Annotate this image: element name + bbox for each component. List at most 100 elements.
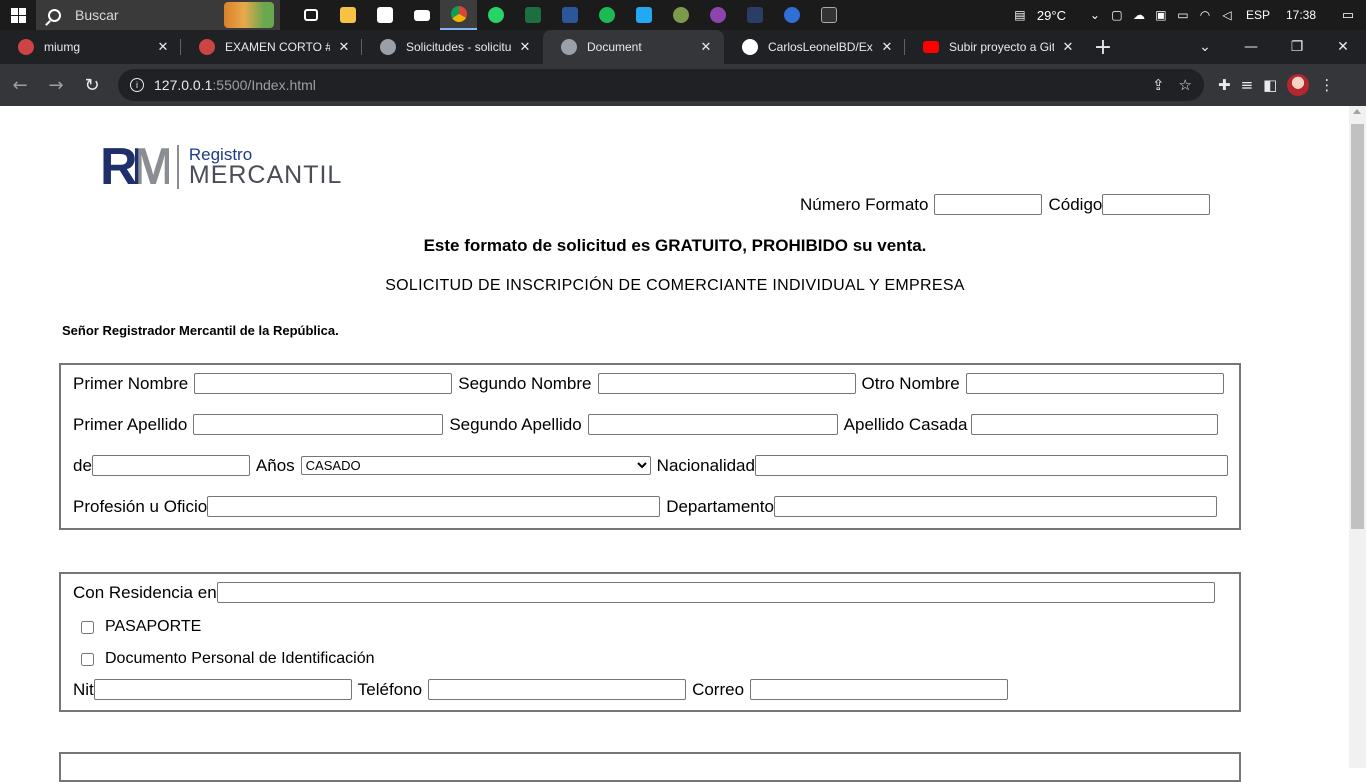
volume-icon[interactable]: ◁ <box>1216 0 1238 30</box>
battery-icon[interactable]: ▭ <box>1172 0 1194 30</box>
tab-title: CarlosLeonelBD/Exam <box>768 40 873 54</box>
segundo-apellido-input[interactable] <box>587 414 838 435</box>
word-icon[interactable] <box>551 0 588 30</box>
segundo-nombre-label: Segundo Nombre <box>458 373 592 393</box>
back-icon[interactable]: ← <box>4 69 36 101</box>
system-tray: ▤ 29°C ⌄ ▢ ☁ ▣ ▭ ◠ ◁ ESP 17:38 ▭ <box>1009 0 1366 30</box>
otro-nombre-label: Otro Nombre <box>861 373 960 393</box>
form-heading: SOLICITUD DE INSCRIPCIÓN DE COMERCIANTE … <box>385 277 965 294</box>
app-icon[interactable] <box>662 0 699 30</box>
url-text[interactable]: 127.0.0.1:5500/Index.html <box>154 77 316 93</box>
correo-input[interactable] <box>750 679 1009 700</box>
codigo-input[interactable] <box>1102 194 1211 215</box>
close-tab-icon[interactable]: ✕ <box>879 39 895 55</box>
github-desktop-icon[interactable] <box>699 0 736 30</box>
numero-formato-input[interactable] <box>934 194 1043 215</box>
dpi-checkbox[interactable] <box>81 652 94 666</box>
chevron-up-icon[interactable]: ⌄ <box>1084 0 1106 30</box>
primer-nombre-input[interactable] <box>194 373 453 394</box>
tab-youtube[interactable]: Subir proyecto a GitHub ✕ <box>905 30 1086 64</box>
site-info-icon[interactable]: i <box>130 78 144 92</box>
search-highlight-icon <box>224 2 274 28</box>
powershell-icon[interactable] <box>736 0 773 30</box>
segundo-nombre-input[interactable] <box>597 373 856 394</box>
restore-icon[interactable]: ❐ <box>1274 39 1320 55</box>
notifications-icon[interactable]: ▭ <box>1330 7 1366 23</box>
app2-icon[interactable] <box>773 0 810 30</box>
windows-start-icon[interactable] <box>0 0 36 30</box>
close-tab-icon[interactable]: ✕ <box>336 39 352 55</box>
terminal-icon[interactable] <box>810 0 847 30</box>
minimize-icon[interactable]: — <box>1228 39 1274 55</box>
primer-apellido-input[interactable] <box>193 414 444 435</box>
tab-title: miumg <box>44 40 81 54</box>
format-code-row: Número Formato Código <box>800 194 1211 215</box>
language-indicator[interactable]: ESP <box>1246 8 1270 22</box>
nit-label: Nit <box>73 679 94 699</box>
tab-github[interactable]: CarlosLeonelBD/Exam ✕ <box>724 30 905 64</box>
menu-icon[interactable]: ⋮ <box>1319 76 1334 94</box>
vscode-icon[interactable] <box>625 0 662 30</box>
close-tab-icon[interactable]: ✕ <box>517 39 533 55</box>
tab-examen[interactable]: EXAMEN CORTO #1 ✕ <box>181 30 362 64</box>
whatsapp-icon[interactable] <box>477 0 514 30</box>
taskbar-search[interactable]: Buscar <box>36 0 280 30</box>
clock[interactable]: 17:38 <box>1286 8 1316 22</box>
tab-miumg[interactable]: miumg ✕ <box>0 30 181 64</box>
new-tab-icon[interactable]: + <box>1086 30 1120 64</box>
extensions-icon[interactable]: ✚ <box>1218 76 1231 94</box>
tab-search-icon[interactable]: ⌄ <box>1182 39 1228 55</box>
telefono-input[interactable] <box>428 679 687 700</box>
scroll-up-icon[interactable] <box>1353 109 1361 114</box>
mail-icon[interactable] <box>403 0 440 30</box>
otro-nombre-input[interactable] <box>965 373 1224 394</box>
reload-icon[interactable]: ↻ <box>76 69 108 101</box>
logo-divider <box>176 145 179 189</box>
wifi-icon[interactable]: ◠ <box>1194 0 1216 30</box>
excel-icon[interactable] <box>514 0 551 30</box>
file-explorer-icon[interactable] <box>329 0 366 30</box>
forward-icon[interactable]: → <box>40 69 72 101</box>
store-icon[interactable] <box>366 0 403 30</box>
tab-document[interactable]: Document ✕ <box>543 30 724 64</box>
pasaporte-label: PASAPORTE <box>105 618 202 635</box>
bookmark-star-icon[interactable]: ☆ <box>1179 76 1192 94</box>
close-window-icon[interactable]: ✕ <box>1320 39 1366 55</box>
weather-text[interactable]: 29°C <box>1037 8 1066 23</box>
departamento-input[interactable] <box>773 496 1217 517</box>
free-format-notice: Este formato de solicitud es GRATUITO, P… <box>423 236 927 255</box>
news-icon[interactable]: ▤ <box>1009 0 1031 30</box>
share-icon[interactable]: ⇪ <box>1152 76 1165 94</box>
profile-avatar[interactable] <box>1287 74 1310 96</box>
segundo-apellido-label: Segundo Apellido <box>449 414 582 434</box>
spotify-icon[interactable] <box>588 0 625 30</box>
apellido-casada-input[interactable] <box>971 414 1219 435</box>
pasaporte-checkbox[interactable] <box>81 620 94 634</box>
task-view-icon[interactable] <box>292 0 329 30</box>
tab-solicitudes[interactable]: Solicitudes - solicitud_ ✕ <box>362 30 543 64</box>
residencia-label: Con Residencia en <box>73 582 217 602</box>
close-tab-icon[interactable]: ✕ <box>1060 39 1076 55</box>
scrollbar-thumb[interactable] <box>1351 124 1364 529</box>
browser-toolbar: ← → ↻ i 127.0.0.1:5500/Index.html ⇪ ☆ ✚ … <box>0 64 1366 106</box>
nit-input[interactable] <box>93 679 352 700</box>
profesion-input[interactable] <box>207 496 661 517</box>
cloud-icon[interactable]: ☁ <box>1128 0 1150 30</box>
address-bar[interactable]: i 127.0.0.1:5500/Index.html ⇪ ☆ <box>118 69 1204 101</box>
media-control-icon[interactable]: ≡ <box>1241 76 1254 94</box>
close-tab-icon[interactable]: ✕ <box>698 39 714 55</box>
side-panel-icon[interactable]: ◧ <box>1263 76 1277 94</box>
correo-label: Correo <box>692 679 745 699</box>
tray-app-icon[interactable]: ▢ <box>1106 0 1128 30</box>
estado-civil-select[interactable]: CASADO <box>300 456 651 475</box>
chrome-icon[interactable] <box>440 0 477 30</box>
residencia-input[interactable] <box>216 582 1215 603</box>
close-tab-icon[interactable]: ✕ <box>155 39 171 55</box>
edad-input[interactable] <box>91 455 250 476</box>
profesion-label: Profesión u Oficio <box>73 496 208 516</box>
nacionalidad-input[interactable] <box>754 455 1228 476</box>
tray-app2-icon[interactable]: ▣ <box>1150 0 1172 30</box>
telefono-label: Teléfono <box>357 679 423 699</box>
logo-line2: MERCANTIL <box>188 161 343 189</box>
page-scrollbar[interactable] <box>1349 106 1366 768</box>
